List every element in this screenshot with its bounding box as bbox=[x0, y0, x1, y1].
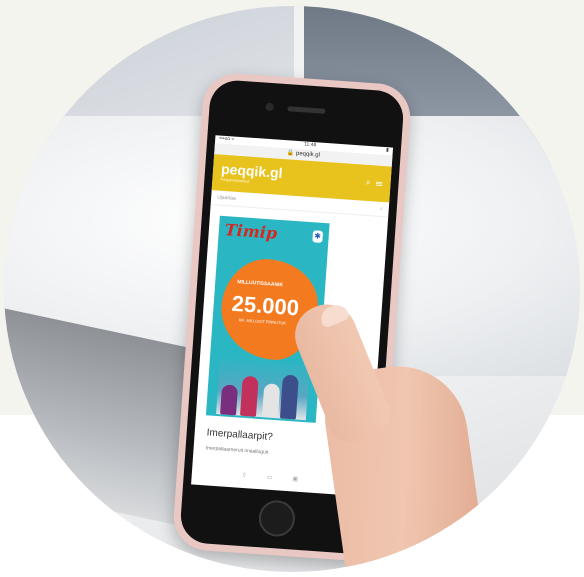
signal-indicator: •••oo ≈ bbox=[219, 135, 235, 143]
search-icon[interactable]: ⌕ bbox=[379, 202, 383, 216]
ad-people-photo bbox=[216, 356, 310, 421]
ad-badge-icon: ✱ bbox=[312, 230, 324, 243]
article-subtext: Imerpallaarneruit imaalluguit bbox=[205, 445, 269, 456]
ad-person bbox=[220, 384, 239, 416]
battery-icon: ▮ bbox=[385, 147, 390, 154]
book-icon[interactable]: ▭ bbox=[267, 475, 293, 483]
ad-person bbox=[279, 374, 299, 420]
site-tagline: Peqqinnissakkut bbox=[220, 176, 250, 184]
ad-brand: Timip bbox=[224, 220, 278, 243]
ad-person bbox=[261, 383, 281, 419]
earpiece-speaker bbox=[287, 106, 326, 114]
browser-toolbar: ⇧▭▣ bbox=[242, 472, 319, 484]
home-button[interactable] bbox=[257, 499, 297, 538]
share-icon[interactable]: ⇧ bbox=[242, 473, 267, 481]
ad-person bbox=[239, 375, 259, 417]
search-icon[interactable]: ⌕ bbox=[365, 177, 371, 187]
photo-frame: •••oo ≈ 11:48 ▮ 🔒 peqqik.gl peqqik.gl Pe… bbox=[4, 6, 580, 572]
search-input[interactable]: Ujaarlaa bbox=[217, 191, 237, 206]
tabs-icon[interactable]: ▣ bbox=[292, 476, 318, 484]
menu-icon[interactable]: ☰ bbox=[375, 178, 382, 188]
article-heading[interactable]: Imerpallaarpit? bbox=[206, 427, 273, 443]
header-icons: ⌕ ☰ bbox=[365, 177, 382, 189]
front-camera bbox=[265, 102, 274, 112]
